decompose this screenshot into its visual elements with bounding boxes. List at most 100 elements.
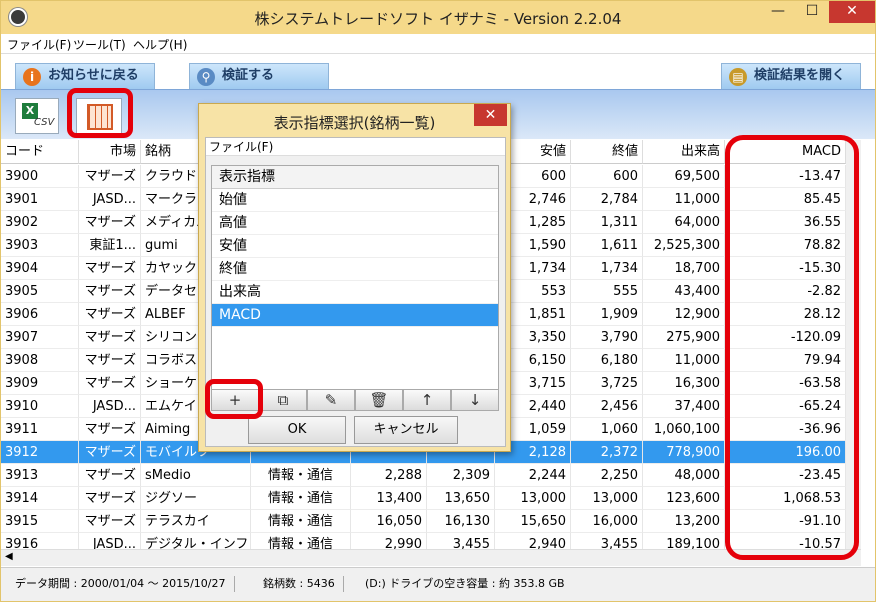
cell-market[interactable]: マザーズ [79, 441, 141, 464]
cell-code[interactable]: 3908 [1, 349, 79, 372]
cell-close[interactable]: 1,734 [571, 257, 643, 280]
csv-export-button[interactable]: X CSV [15, 98, 59, 134]
cell-high[interactable]: 3,455 [427, 533, 495, 549]
cell-sector[interactable]: 情報・通信 [251, 464, 351, 487]
cell-open[interactable]: 16,050 [351, 510, 427, 533]
cell-volume[interactable]: 12,900 [643, 303, 725, 326]
cell-close[interactable]: 600 [571, 165, 643, 188]
cell-market[interactable]: マザーズ [79, 257, 141, 280]
edit-icon[interactable]: ✎ [307, 389, 355, 411]
cell-code[interactable]: 3913 [1, 464, 79, 487]
cell-close[interactable]: 1,311 [571, 211, 643, 234]
cell-market[interactable]: マザーズ [79, 349, 141, 372]
cell-low[interactable]: 15,650 [495, 510, 571, 533]
cell-volume[interactable]: 13,200 [643, 510, 725, 533]
cell-code[interactable]: 3905 [1, 280, 79, 303]
dialog-menu-file[interactable]: ファイル(F) [206, 138, 505, 156]
cell-volume[interactable]: 48,000 [643, 464, 725, 487]
cell-market[interactable]: マザーズ [79, 303, 141, 326]
cell-high[interactable]: 16,130 [427, 510, 495, 533]
indicator-item[interactable]: 終値 [212, 258, 498, 281]
cell-volume[interactable]: 43,400 [643, 280, 725, 303]
cell-code[interactable]: 3914 [1, 487, 79, 510]
tab-news[interactable]: i お知らせに戻る [15, 63, 155, 89]
cell-code[interactable]: 3915 [1, 510, 79, 533]
cell-volume[interactable]: 18,700 [643, 257, 725, 280]
menu-file[interactable]: ファイル(F) [7, 36, 71, 53]
cell-market[interactable]: JASD... [79, 188, 141, 211]
cell-name[interactable]: ジグソー [141, 487, 251, 510]
cell-code[interactable]: 3911 [1, 418, 79, 441]
cell-close[interactable]: 2,250 [571, 464, 643, 487]
cell-volume[interactable]: 69,500 [643, 165, 725, 188]
ok-button[interactable]: OK [248, 416, 346, 444]
cell-market[interactable]: マザーズ [79, 418, 141, 441]
menu-help[interactable]: ヘルプ(H) [133, 36, 187, 53]
cell-code[interactable]: 3916 [1, 533, 79, 549]
indicator-item[interactable]: MACD [212, 304, 498, 327]
cancel-button[interactable]: キャンセル [354, 416, 458, 444]
maximize-button[interactable]: ☐ [795, 1, 829, 23]
cell-code[interactable]: 3900 [1, 165, 79, 188]
cell-volume[interactable]: 1,060,100 [643, 418, 725, 441]
cell-volume[interactable]: 64,000 [643, 211, 725, 234]
indicator-item[interactable]: 高値 [212, 212, 498, 235]
cell-market[interactable]: マザーズ [79, 372, 141, 395]
cell-volume[interactable]: 189,100 [643, 533, 725, 549]
cell-market[interactable]: JASD... [79, 533, 141, 549]
cell-volume[interactable]: 778,900 [643, 441, 725, 464]
header-volume[interactable]: 出来高 [643, 140, 725, 164]
cell-market[interactable]: マザーズ [79, 487, 141, 510]
cell-close[interactable]: 2,784 [571, 188, 643, 211]
cell-close[interactable]: 6,180 [571, 349, 643, 372]
cell-code[interactable]: 3909 [1, 372, 79, 395]
move-up-icon[interactable]: ↑ [403, 389, 451, 411]
header-close[interactable]: 終値 [571, 140, 643, 164]
cell-code[interactable]: 3912 [1, 441, 79, 464]
cell-market[interactable]: JASD... [79, 395, 141, 418]
minimize-button[interactable]: — [761, 1, 795, 23]
indicator-item[interactable]: 始値 [212, 189, 498, 212]
indicator-item[interactable]: 出来高 [212, 281, 498, 304]
cell-sector[interactable]: 情報・通信 [251, 487, 351, 510]
cell-market[interactable]: マザーズ [79, 326, 141, 349]
cell-close[interactable]: 2,372 [571, 441, 643, 464]
cell-close[interactable]: 1,611 [571, 234, 643, 257]
cell-high[interactable]: 2,309 [427, 464, 495, 487]
cell-market[interactable]: マザーズ [79, 165, 141, 188]
cell-market[interactable]: 東証1... [79, 234, 141, 257]
cell-open[interactable]: 2,990 [351, 533, 427, 549]
cell-close[interactable]: 1,909 [571, 303, 643, 326]
cell-close[interactable]: 555 [571, 280, 643, 303]
cell-market[interactable]: マザーズ [79, 280, 141, 303]
cell-low[interactable]: 13,000 [495, 487, 571, 510]
dialog-close-button[interactable]: ✕ [474, 104, 507, 126]
cell-open[interactable]: 13,400 [351, 487, 427, 510]
close-button[interactable]: ✕ [829, 1, 875, 23]
cell-name[interactable]: デジタル・インフ [141, 533, 251, 549]
cell-sector[interactable]: 情報・通信 [251, 510, 351, 533]
scroll-left-icon[interactable]: ◀ [5, 551, 13, 562]
header-code[interactable]: コード [1, 140, 79, 164]
cell-low[interactable]: 2,244 [495, 464, 571, 487]
tab-verify[interactable]: ⚲ 検証する [189, 63, 329, 89]
cell-code[interactable]: 3906 [1, 303, 79, 326]
cell-sector[interactable]: 情報・通信 [251, 533, 351, 549]
cell-market[interactable]: マザーズ [79, 211, 141, 234]
cell-close[interactable]: 13,000 [571, 487, 643, 510]
cell-close[interactable]: 3,455 [571, 533, 643, 549]
cell-market[interactable]: マザーズ [79, 510, 141, 533]
move-down-icon[interactable]: ↓ [451, 389, 499, 411]
cell-code[interactable]: 3903 [1, 234, 79, 257]
cell-close[interactable]: 3,790 [571, 326, 643, 349]
cell-volume[interactable]: 2,525,300 [643, 234, 725, 257]
cell-close[interactable]: 2,456 [571, 395, 643, 418]
cell-code[interactable]: 3904 [1, 257, 79, 280]
tab-open-results[interactable]: ▤ 検証結果を開く [721, 63, 861, 89]
cell-volume[interactable]: 37,400 [643, 395, 725, 418]
cell-open[interactable]: 2,288 [351, 464, 427, 487]
cell-market[interactable]: マザーズ [79, 464, 141, 487]
cell-close[interactable]: 1,060 [571, 418, 643, 441]
delete-icon[interactable]: 🗑 [355, 389, 403, 411]
menu-tools[interactable]: ツール(T) [73, 36, 126, 53]
